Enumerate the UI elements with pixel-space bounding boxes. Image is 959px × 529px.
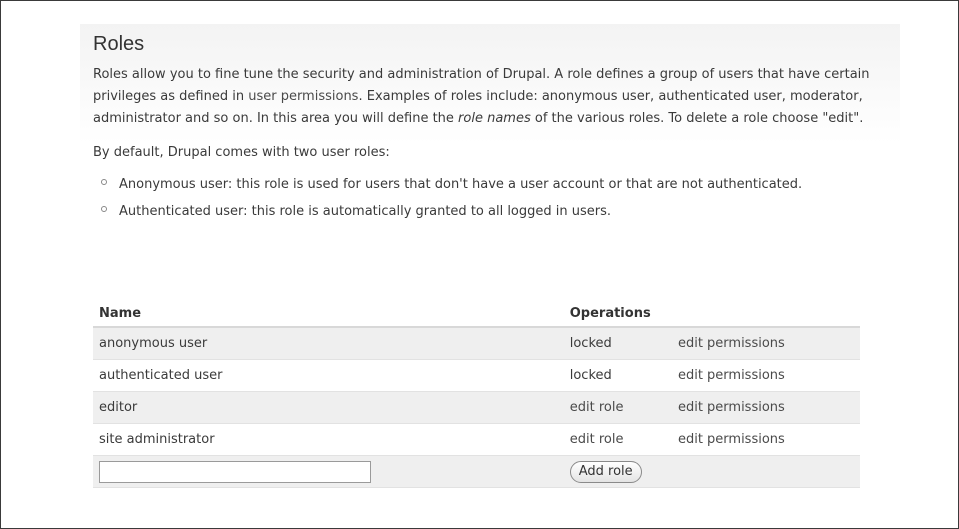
- edit-role-link[interactable]: edit role: [570, 400, 624, 415]
- edit-permissions-link[interactable]: edit permissions: [678, 336, 785, 351]
- role-name: authenticated user: [93, 359, 564, 392]
- table-row: authenticated user locked edit permissio…: [93, 359, 860, 392]
- user-permissions-link[interactable]: user permissions: [248, 89, 358, 104]
- intro-text: Roles allow you to fine tune the securit…: [93, 64, 873, 130]
- role-name: editor: [93, 391, 564, 424]
- role-name: anonymous user: [93, 327, 564, 360]
- edit-permissions-link[interactable]: edit permissions: [678, 400, 785, 415]
- name-column-header: Name: [93, 300, 564, 328]
- edit-permissions-link[interactable]: edit permissions: [678, 368, 785, 383]
- circle-bullet-icon: [101, 179, 107, 185]
- list-item-text: Anonymous user: this role is used for us…: [119, 177, 803, 192]
- intro-text-part: of the various roles. To delete a role c…: [530, 111, 864, 126]
- table-row: editor edit role edit permissions: [93, 391, 860, 424]
- role-names-emphasis: role names: [458, 111, 531, 126]
- table-row: site administrator edit role edit permis…: [93, 423, 860, 456]
- default-roles-list: Anonymous user: this role is used for us…: [93, 174, 873, 223]
- new-role-name-input[interactable]: [99, 460, 371, 483]
- empty-cell: [671, 455, 860, 488]
- page-title: Roles: [93, 33, 145, 55]
- add-role-button[interactable]: Add role: [569, 460, 642, 483]
- edit-role-link[interactable]: edit role: [570, 432, 624, 447]
- list-item: Anonymous user: this role is used for us…: [93, 174, 873, 196]
- list-item-text: Authenticated user: this role is automat…: [119, 204, 612, 219]
- role-status: locked: [563, 327, 672, 360]
- circle-bullet-icon: [101, 206, 107, 212]
- edit-permissions-link[interactable]: edit permissions: [678, 432, 785, 447]
- role-status: locked: [563, 359, 672, 392]
- table-header-row: Name Operations: [93, 300, 860, 328]
- default-roles-note: By default, Drupal comes with two user r…: [93, 145, 390, 160]
- add-role-row: Add role: [93, 455, 860, 488]
- table-row: anonymous user locked edit permissions: [93, 327, 860, 360]
- operations-column-header: Operations: [563, 300, 860, 328]
- roles-content: Roles Roles allow you to fine tune the s…: [93, 31, 873, 228]
- role-name: site administrator: [93, 423, 564, 456]
- list-item: Authenticated user: this role is automat…: [93, 201, 873, 223]
- roles-table: Name Operations anonymous user locked ed…: [93, 300, 860, 488]
